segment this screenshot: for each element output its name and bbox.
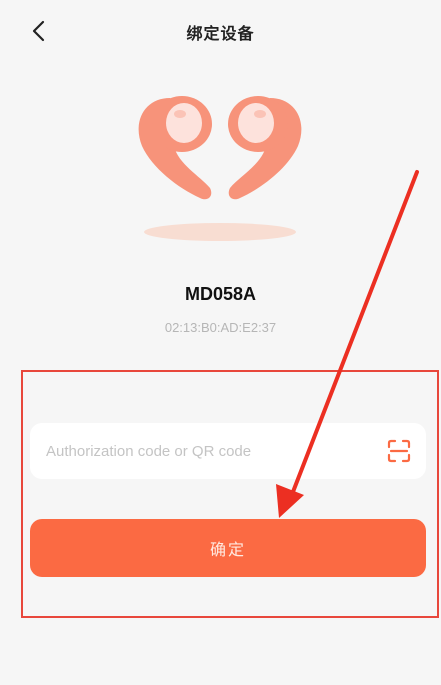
authorization-code-field (30, 423, 426, 479)
confirm-button[interactable]: 确定 (30, 519, 426, 577)
device-name: MD058A (184, 284, 257, 304)
annotation-highlight-box (21, 370, 439, 618)
authorization-code-input[interactable] (30, 423, 370, 479)
open-ear-earbuds-icon (138, 96, 302, 241)
page-title: 绑定设备 (186, 24, 255, 43)
bind-device-screen: 绑定设备 MD058A 02:13:B0:AD:E2:37 确定 (0, 0, 441, 685)
scan-qr-icon[interactable] (386, 438, 412, 464)
device-mac-address: 02:13:B0:AD:E2:37 (164, 320, 277, 335)
top-navigation-bar: 绑定设备 (0, 0, 441, 62)
